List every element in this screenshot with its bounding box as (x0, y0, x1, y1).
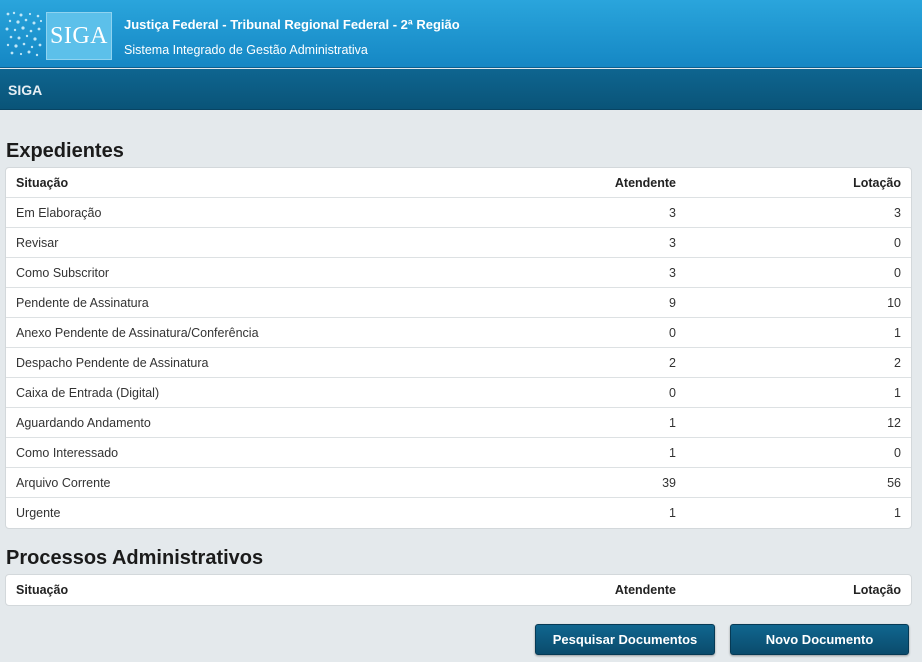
lotacao-count-link[interactable]: 1 (676, 386, 901, 400)
processos-table: Situação Atendente Lotação (5, 574, 912, 606)
table-row: Como Subscritor 3 0 (6, 258, 911, 288)
atendente-count-link[interactable]: 2 (531, 356, 676, 370)
lotacao-count-link[interactable]: 0 (676, 266, 901, 280)
atendente-count-link[interactable]: 9 (531, 296, 676, 310)
expedientes-table: Situação Atendente Lotação Em Elaboração… (5, 167, 912, 529)
lotacao-count-link[interactable]: 56 (676, 476, 901, 490)
atendente-count-link[interactable]: 1 (531, 416, 676, 430)
app-header: SIGA Justiça Federal - Tribunal Regional… (0, 0, 922, 68)
table-row: Despacho Pendente de Assinatura 2 2 (6, 348, 911, 378)
new-document-button[interactable]: Novo Documento (730, 624, 909, 655)
situacao-cell: Em Elaboração (16, 205, 102, 220)
table-row: Urgente 1 1 (6, 498, 911, 528)
lotacao-count-link[interactable]: 3 (676, 206, 901, 220)
navbar: SIGA (0, 69, 922, 110)
lotacao-count-link[interactable]: 1 (676, 326, 901, 340)
atendente-count-link[interactable]: 3 (531, 266, 676, 280)
navbar-brand-link[interactable]: SIGA (8, 82, 42, 98)
siga-logo[interactable]: SIGA (46, 12, 112, 60)
atendente-count-link[interactable]: 3 (531, 206, 676, 220)
table-row: Em Elaboração 3 3 (6, 198, 911, 228)
logo-dots-icon (5, 11, 43, 57)
lotacao-count-link[interactable]: 2 (676, 356, 901, 370)
lotacao-count-link[interactable]: 0 (676, 446, 901, 460)
situacao-cell: Anexo Pendente de Assinatura/Conferência (16, 325, 259, 340)
search-documents-button[interactable]: Pesquisar Documentos (535, 624, 715, 655)
column-header-lotacao: Lotação (853, 175, 901, 190)
situacao-cell: Caixa de Entrada (Digital) (16, 385, 160, 400)
situacao-cell: Urgente (16, 506, 61, 520)
column-header-lotacao: Lotação (853, 583, 901, 597)
atendente-count-link[interactable]: 1 (531, 506, 676, 520)
table-row: Aguardando Andamento 1 12 (6, 408, 911, 438)
column-header-situacao: Situação (16, 583, 69, 597)
column-header-situacao: Situação (16, 175, 69, 190)
column-header-atendente: Atendente (614, 583, 676, 597)
situacao-cell: Aguardando Andamento (16, 415, 151, 430)
column-header-atendente: Atendente (614, 175, 676, 190)
situacao-cell: Arquivo Corrente (16, 475, 111, 490)
atendente-count-link[interactable]: 0 (531, 386, 676, 400)
situacao-cell: Como Subscritor (16, 265, 110, 280)
lotacao-count-link[interactable]: 0 (676, 236, 901, 250)
situacao-cell: Revisar (16, 235, 59, 250)
expedientes-title: Expedientes (6, 140, 124, 162)
lotacao-count-link[interactable]: 10 (676, 296, 901, 310)
table-row: Como Interessado 1 0 (6, 438, 911, 468)
situacao-cell: Pendente de Assinatura (16, 295, 149, 310)
table-header-row: Situação Atendente Lotação (6, 168, 911, 198)
atendente-count-link[interactable]: 0 (531, 326, 676, 340)
table-header-row: Situação Atendente Lotação (6, 575, 911, 605)
table-row: Pendente de Assinatura 9 10 (6, 288, 911, 318)
atendente-count-link[interactable]: 3 (531, 236, 676, 250)
lotacao-count-link[interactable]: 1 (676, 506, 901, 520)
lotacao-count-link[interactable]: 12 (676, 416, 901, 430)
header-title: Justiça Federal - Tribunal Regional Fede… (124, 17, 460, 32)
atendente-count-link[interactable]: 39 (531, 476, 676, 490)
table-row: Revisar 3 0 (6, 228, 911, 258)
processos-title: Processos Administrativos (6, 547, 264, 569)
header-subtitle: Sistema Integrado de Gestão Administrati… (124, 43, 368, 57)
table-row: Arquivo Corrente 39 56 (6, 468, 911, 498)
table-row: Anexo Pendente de Assinatura/Conferência… (6, 318, 911, 348)
situacao-cell: Como Interessado (16, 445, 119, 460)
table-row: Caixa de Entrada (Digital) 0 1 (6, 378, 911, 408)
situacao-cell: Despacho Pendente de Assinatura (16, 355, 209, 370)
atendente-count-link[interactable]: 1 (531, 446, 676, 460)
